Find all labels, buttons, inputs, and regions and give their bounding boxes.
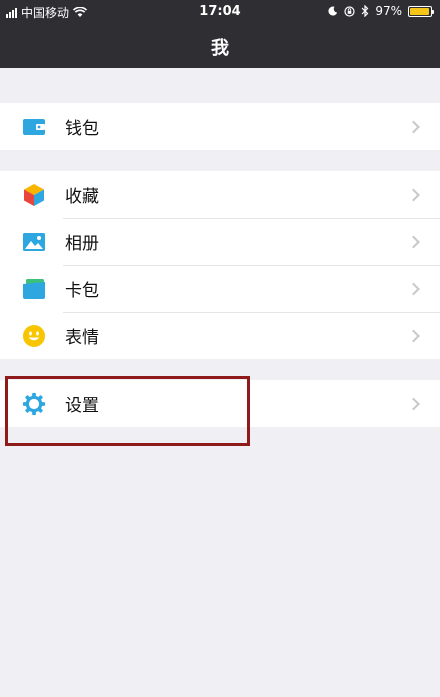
- favorites-cube-icon: [22, 183, 46, 207]
- card-pack-icon: [22, 277, 46, 301]
- menu-item-favorites[interactable]: 收藏: [0, 171, 440, 218]
- menu-item-stickers[interactable]: 表情: [0, 312, 440, 359]
- chevron-right-icon: [407, 235, 420, 248]
- menu-item-label: 钱包: [65, 119, 99, 139]
- chevron-right-icon: [407, 282, 420, 295]
- menu-item-label: 相册: [65, 234, 99, 254]
- menu-item-wallet[interactable]: 钱包: [0, 103, 440, 150]
- moon-icon: [328, 6, 338, 16]
- menu-item-label: 收藏: [65, 187, 99, 207]
- page-title: 我: [211, 38, 229, 59]
- battery-percent: 97%: [375, 4, 402, 18]
- menu-group: 收藏 相册 卡包 表情: [0, 171, 440, 359]
- menu-item-card-pack[interactable]: 卡包: [0, 265, 440, 312]
- status-bar: 中国移动 17:04 97%: [0, 0, 440, 22]
- chevron-right-icon: [407, 329, 420, 342]
- chevron-right-icon: [407, 188, 420, 201]
- album-picture-icon: [22, 230, 46, 254]
- rotation-lock-icon: [344, 5, 355, 17]
- wallet-group: 钱包: [0, 103, 440, 150]
- menu-item-album[interactable]: 相册: [0, 218, 440, 265]
- chevron-right-icon: [407, 120, 420, 133]
- chevron-right-icon: [407, 397, 420, 410]
- smiley-icon: [22, 324, 46, 348]
- menu-item-label: 卡包: [65, 281, 99, 301]
- menu-item-label: 表情: [65, 328, 99, 348]
- bluetooth-icon: [361, 5, 369, 17]
- wallet-icon: [22, 115, 46, 139]
- top-bar: 中国移动 17:04 97% 我: [0, 0, 440, 68]
- highlight-box: [5, 376, 250, 446]
- battery-icon: [408, 5, 434, 17]
